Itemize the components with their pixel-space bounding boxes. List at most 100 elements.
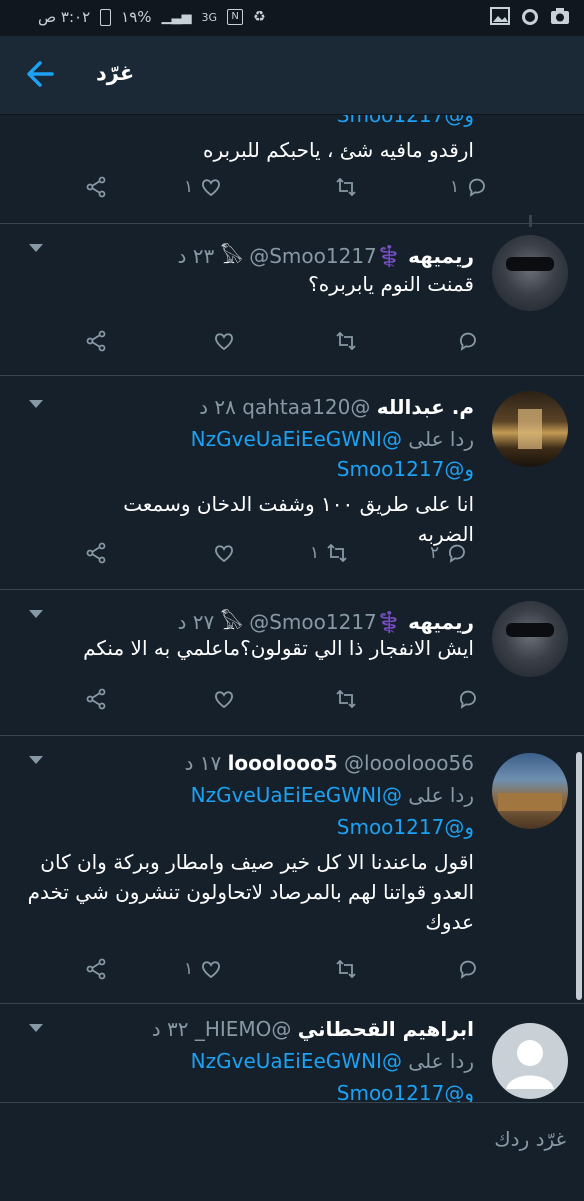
tweet-time: ٢٨ د bbox=[199, 395, 236, 419]
tweet[interactable]: ابراهيم القحطاني @HIEMO_ ٣٢ د ردا على @N… bbox=[0, 1003, 584, 1102]
retweet-icon bbox=[336, 689, 356, 709]
tweet-time: ١٧ د bbox=[184, 751, 222, 775]
tweet-time: ٢٣ د bbox=[177, 244, 215, 268]
author-name[interactable]: م. عبدالله bbox=[377, 395, 474, 419]
share-button[interactable] bbox=[84, 175, 108, 199]
share-button[interactable] bbox=[84, 541, 108, 565]
retweet-button[interactable] bbox=[328, 329, 358, 353]
reply-to-mention[interactable]: و@Smoo1217 bbox=[337, 115, 474, 127]
status-right bbox=[490, 7, 570, 25]
tweet-actions: ١ ١ bbox=[0, 175, 584, 205]
chevron-down-icon[interactable] bbox=[26, 607, 46, 621]
tweet-actions bbox=[0, 329, 584, 359]
tweet[interactable]: ريميهه ⚕️𓅃 @Smoo1217 ٢٣ د قمنت النوم ياب… bbox=[0, 223, 584, 376]
network-type: 3G bbox=[201, 10, 218, 24]
reply-input[interactable]: غرّد ردك bbox=[494, 1127, 566, 1151]
chevron-down-icon[interactable] bbox=[26, 1021, 46, 1035]
tweet-actions: ٢ ١ bbox=[0, 541, 584, 571]
reply-mention[interactable]: @NzGveUaEiEeGWNI bbox=[191, 783, 402, 807]
like-button[interactable]: ١ bbox=[184, 175, 223, 199]
reply-icon bbox=[460, 332, 476, 351]
like-button[interactable] bbox=[206, 687, 236, 711]
share-button[interactable] bbox=[84, 329, 108, 353]
like-button[interactable]: ١ bbox=[184, 957, 223, 981]
nfc-icon: N bbox=[227, 9, 244, 25]
reply-icon bbox=[449, 544, 466, 563]
reply-context: ردا على @NzGveUaEiEeGWNI bbox=[191, 427, 474, 451]
reply-context: ردا على @NzGveUaEiEeGWNI bbox=[191, 1049, 474, 1073]
tweet-text: اقول ماعندنا الا كل خير صيف وامطار وبركة… bbox=[27, 850, 474, 934]
share-button[interactable] bbox=[84, 687, 108, 711]
reply-mention-2[interactable]: و@Smoo1217 bbox=[337, 815, 474, 839]
arrow-left-icon bbox=[27, 61, 54, 87]
reply-button[interactable] bbox=[450, 687, 480, 711]
status-time: ٣:٠٢ ص bbox=[38, 8, 91, 26]
like-button[interactable] bbox=[206, 329, 236, 353]
tweet-top-partial[interactable]: و@Smoo1217 ارقدو مافيه شئ ، ياحبكم للبرب… bbox=[0, 115, 584, 224]
share-icon bbox=[86, 688, 106, 710]
back-button[interactable] bbox=[22, 56, 62, 92]
reply-mention[interactable]: @NzGveUaEiEeGWNI bbox=[191, 1049, 402, 1073]
tweet-header: م. عبدالله @qahtaa120 ٢٨ د bbox=[199, 395, 474, 419]
reply-label: ردا على bbox=[408, 783, 474, 807]
scrollbar[interactable] bbox=[576, 752, 582, 1000]
reply-button[interactable] bbox=[450, 329, 480, 353]
retweet-button[interactable] bbox=[328, 957, 358, 981]
retweet-button[interactable]: ١ bbox=[310, 541, 349, 565]
avatar[interactable] bbox=[492, 753, 568, 829]
page-title: غرّد bbox=[96, 61, 135, 85]
heart-icon bbox=[202, 179, 221, 197]
reply-feed[interactable]: و@Smoo1217 ارقدو مافيه شئ ، ياحبكم للبرب… bbox=[0, 115, 584, 1102]
reply-mention-2[interactable]: و@Smoo1217 bbox=[337, 1081, 474, 1102]
reply-mention[interactable]: @NzGveUaEiEeGWNI bbox=[191, 427, 402, 451]
reply-icon bbox=[460, 690, 476, 709]
tweet[interactable]: ريميهه ⚕️𓅃 @Smoo1217 ٢٧ د ايش الانفجار ذ… bbox=[0, 589, 584, 736]
avatar[interactable] bbox=[492, 391, 568, 467]
tweet-header: ريميهه ⚕️𓅃 @Smoo1217 ٢٧ د bbox=[177, 603, 474, 636]
author-name[interactable]: ريميهه bbox=[408, 610, 474, 634]
reply-icon bbox=[460, 960, 476, 979]
tweet-header: ابراهيم القحطاني @HIEMO_ ٣٢ د bbox=[152, 1017, 474, 1041]
tweet[interactable]: م. عبدالله @qahtaa120 ٢٨ د ردا على @NzGv… bbox=[0, 375, 584, 590]
reply-context-2: و@Smoo1217 bbox=[337, 815, 474, 839]
retweet-button[interactable] bbox=[328, 687, 358, 711]
retweet-icon bbox=[327, 543, 347, 563]
reply-button[interactable]: ٢ bbox=[430, 541, 469, 565]
reply-label: ردا على bbox=[408, 1049, 474, 1073]
chevron-down-icon[interactable] bbox=[26, 241, 46, 255]
app-bar: غرّد bbox=[0, 36, 584, 115]
author-name[interactable]: ريميهه bbox=[408, 244, 474, 268]
author-handle[interactable]: @looolooo56 bbox=[344, 751, 474, 775]
chevron-down-icon[interactable] bbox=[26, 397, 46, 411]
tweet-header: looolooo5 @looolooo56 ١٧ د bbox=[184, 751, 474, 775]
author-handle[interactable]: @qahtaa120 bbox=[242, 395, 370, 419]
share-icon bbox=[86, 958, 106, 980]
avatar[interactable] bbox=[492, 601, 568, 677]
author-name[interactable]: ابراهيم القحطاني bbox=[298, 1017, 474, 1041]
author-handle[interactable]: @Smoo1217 bbox=[249, 610, 377, 634]
tweet-time: ٣٢ د bbox=[151, 1017, 189, 1041]
tweet-actions bbox=[0, 687, 584, 717]
like-button[interactable] bbox=[206, 541, 236, 565]
recycle-icon: ♻ bbox=[253, 9, 266, 25]
author-name[interactable]: looolooo5 bbox=[228, 751, 338, 775]
share-icon bbox=[86, 176, 106, 198]
heart-icon bbox=[202, 961, 221, 979]
reply-button[interactable] bbox=[450, 957, 480, 981]
retweet-button[interactable] bbox=[328, 175, 358, 199]
author-handle[interactable]: @HIEMO_ bbox=[195, 1017, 292, 1041]
tweet-header: ريميهه ⚕️𓅃 @Smoo1217 ٢٣ د bbox=[177, 237, 474, 270]
tweet-actions: ١ bbox=[0, 957, 584, 987]
avatar[interactable] bbox=[492, 235, 568, 311]
author-handle[interactable]: @Smoo1217 bbox=[249, 244, 377, 268]
reply-mention-2[interactable]: و@Smoo1217 bbox=[337, 457, 474, 481]
avatar[interactable] bbox=[492, 1023, 568, 1099]
heart-icon bbox=[215, 545, 233, 563]
retweet-icon bbox=[336, 331, 356, 351]
chevron-down-icon[interactable] bbox=[26, 753, 46, 767]
reply-button[interactable]: ١ bbox=[450, 175, 489, 199]
tweet-text: ارقدو مافيه شئ ، ياحبكم للبربره bbox=[202, 138, 474, 162]
share-button[interactable] bbox=[84, 957, 108, 981]
tweet[interactable]: looolooo5 @looolooo56 ١٧ د ردا على @NzGv… bbox=[0, 735, 584, 1004]
camera-icon bbox=[550, 7, 570, 25]
